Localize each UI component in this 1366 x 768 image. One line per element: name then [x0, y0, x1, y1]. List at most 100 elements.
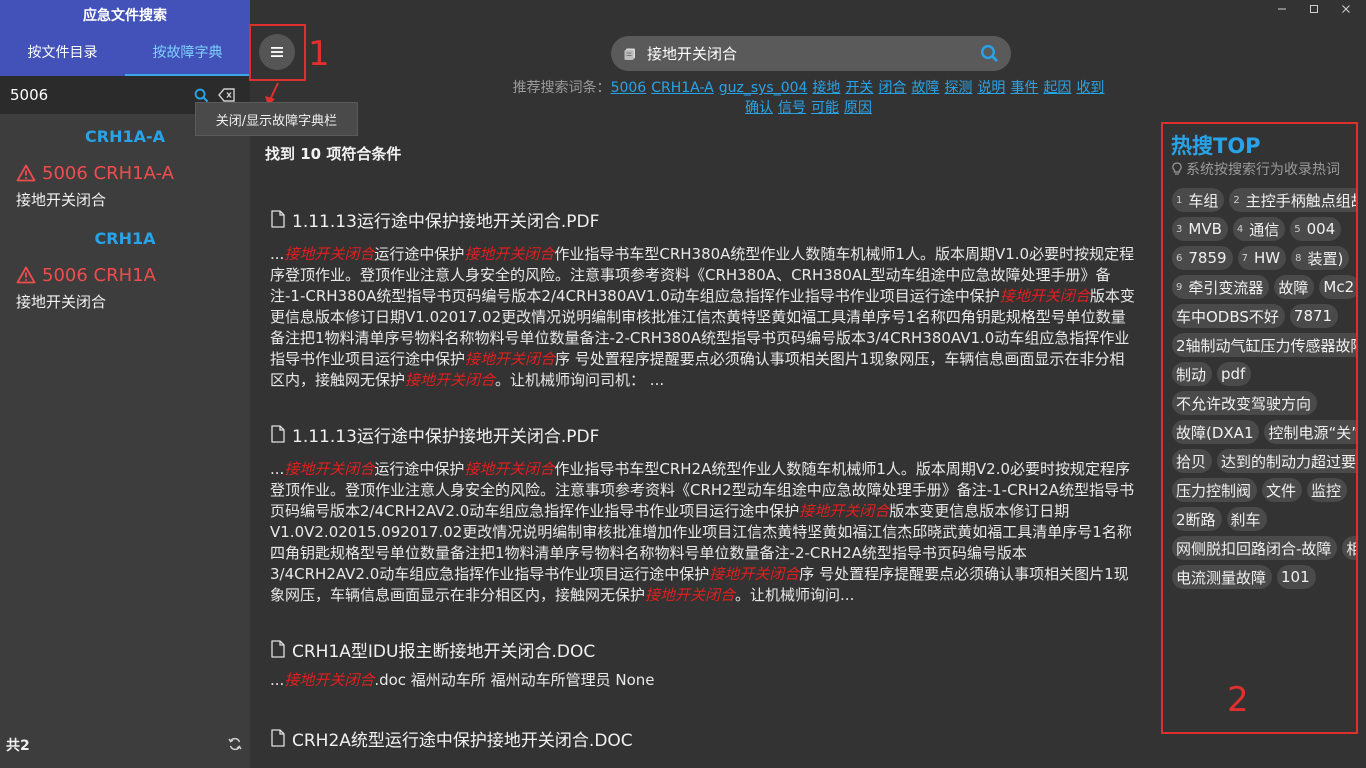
suggest-link[interactable]: 接地: [812, 80, 840, 96]
hot-tag-rank: 3: [1176, 223, 1183, 235]
hot-tag-label: 101: [1281, 568, 1310, 586]
hot-tag[interactable]: 9 牵引变流器: [1172, 275, 1270, 299]
minimize-icon[interactable]: [1274, 3, 1290, 18]
suggest-link[interactable]: 探测: [944, 80, 972, 96]
hot-tag-label: 压力控制阀: [1176, 481, 1252, 500]
document-snippet: ...接地开关闭合.doc 福州动车所 福州动车所管理员 None: [270, 671, 655, 689]
hot-tag-rank: 2: [1233, 194, 1240, 206]
hot-tag[interactable]: 7 HW: [1237, 246, 1287, 270]
keyword-highlight: 接地开关闭合: [999, 287, 1090, 305]
hot-tag-list: 1 车组 2 主控手柄触点组故障 3 MVB 4 通信 5 004 6 7859 7 HW 8 装置) 9 牵引变…: [1163, 180, 1358, 594]
hot-tag[interactable]: 车中ODBS不好: [1172, 304, 1285, 328]
suggest-link[interactable]: 故障: [911, 80, 939, 96]
hot-tag-label: 2轴制动气缸压力传感器故障: [1176, 336, 1358, 355]
hot-search-panel: 热搜TOP 系统按搜索行为收录热词 1 车组 2 主控手柄触点组故障 3 MVB 4 通信 50…: [1161, 122, 1358, 734]
hot-tag[interactable]: 控制电源“关”: [1264, 420, 1358, 444]
main-search-input[interactable]: 接地开关闭合: [647, 43, 980, 64]
tab-file-directory[interactable]: 按文件目录: [0, 32, 125, 76]
suggest-link[interactable]: 闭合: [878, 80, 906, 96]
hot-tag[interactable]: 压力控制阀: [1172, 478, 1258, 502]
tab-fault-dictionary[interactable]: 按故障字典: [125, 32, 250, 76]
result-item-title: 5006 CRH1A: [42, 264, 156, 286]
document-title: 1.11.13运行途中保护接地开关闭合.PDF: [292, 426, 600, 447]
suggest-link[interactable]: 说明: [977, 80, 1005, 96]
hot-tag[interactable]: 制动: [1172, 362, 1213, 386]
toggle-sidebar-button[interactable]: [259, 34, 295, 70]
suggest-link[interactable]: 确认: [745, 100, 773, 116]
toggle-annotation-box: [249, 24, 306, 81]
hot-tag[interactable]: 101: [1277, 565, 1316, 589]
document-title-link[interactable]: 1.11.13运行途中保护接地开关闭合.PDF: [270, 421, 1135, 447]
refresh-icon[interactable]: [228, 736, 242, 755]
document-title-link[interactable]: CRH2A统型运行途中保护接地开关闭合.DOC: [270, 725, 1135, 751]
hot-tag[interactable]: 2轴制动气缸压力传感器故障: [1172, 333, 1358, 357]
warning-icon: [16, 164, 36, 182]
result-item[interactable]: 5006 CRH1A-A 接地开关闭合: [0, 154, 250, 222]
hot-tag[interactable]: 电流测量故障: [1172, 565, 1273, 589]
hot-tag-label: 达到的制动力超过要求值: [1221, 452, 1357, 471]
suggest-link[interactable]: CRH1A-A: [651, 80, 714, 96]
hot-tag-rank: 4: [1236, 223, 1244, 235]
hot-tag[interactable]: 6 7859: [1172, 246, 1233, 270]
hot-search-title: 热搜TOP: [1171, 134, 1261, 158]
hot-tag-label: 拾贝: [1176, 452, 1207, 471]
keyword-highlight: 接地开关闭合: [284, 245, 375, 263]
hot-tag[interactable]: 故障: [1274, 275, 1315, 299]
hot-tag-label: 004: [1306, 220, 1336, 238]
hot-tag[interactable]: 达到的制动力超过要求值: [1217, 449, 1357, 473]
document-title: CRH2A统型运行途中保护接地开关闭合.DOC: [292, 730, 633, 751]
tab-bar: 按文件目录 按故障字典: [0, 32, 250, 76]
lightbulb-icon: [1172, 162, 1182, 175]
hot-tag[interactable]: 相位1: [1342, 536, 1356, 560]
suggest-link[interactable]: 原因: [844, 100, 872, 116]
hot-tag[interactable]: 网侧脱扣回路闭合-故障: [1172, 536, 1338, 560]
suggest-link[interactable]: 信号: [778, 100, 806, 116]
hot-tag[interactable]: 7871: [1289, 304, 1339, 328]
hot-tag[interactable]: 刹车: [1226, 507, 1267, 531]
hot-tag[interactable]: 2 主控手柄触点组故障: [1229, 188, 1356, 212]
hot-tag[interactable]: Mc2: [1319, 275, 1356, 299]
hot-tag[interactable]: 3 MVB: [1172, 217, 1228, 241]
suggest-link[interactable]: 收到: [1076, 80, 1104, 96]
hot-tag[interactable]: 4 通信: [1232, 217, 1286, 241]
result-item-title: 5006 CRH1A-A: [42, 162, 174, 184]
hot-tag[interactable]: 拾贝: [1172, 449, 1213, 473]
hot-tag[interactable]: 故障(DXA1: [1172, 420, 1260, 444]
document-title-link[interactable]: 1.11.13运行途中保护接地开关闭合.PDF: [270, 206, 1135, 232]
document-stack-icon: [624, 48, 635, 60]
suggest-link[interactable]: 事件: [1010, 80, 1038, 96]
keyword-highlight: 接地开关闭合: [284, 671, 375, 689]
menu-icon: [271, 47, 283, 57]
main-search-bar: 接地开关闭合: [611, 36, 1011, 71]
document-result: 1.11.13运行途中保护接地开关闭合.PDF ...接地开关闭合运行途中保护接…: [270, 206, 1135, 391]
hot-tag-label: 7871: [1293, 307, 1333, 325]
suggest-link[interactable]: 5006: [611, 80, 647, 96]
hot-tag[interactable]: 不允许改变驾驶方向: [1172, 391, 1318, 415]
hot-tag[interactable]: 2断路: [1172, 507, 1222, 531]
close-icon[interactable]: [1338, 3, 1354, 18]
hot-tag-label: 主控手柄触点组故障: [1245, 191, 1356, 210]
hot-tag-label: 车中ODBS不好: [1176, 307, 1279, 326]
result-item[interactable]: 5006 CRH1A 接地开关闭合: [0, 256, 250, 324]
hot-tag-label: Mc2: [1323, 278, 1355, 296]
hot-tag[interactable]: 8 装置): [1291, 246, 1350, 270]
hot-tag[interactable]: pdf: [1217, 362, 1252, 386]
search-icon[interactable]: [980, 44, 999, 63]
document-title-link[interactable]: CRH1A型IDU报主断接地开关闭合.DOC: [270, 636, 1135, 662]
hot-tag[interactable]: 文件: [1262, 478, 1303, 502]
suggest-link[interactable]: 可能: [811, 100, 839, 116]
hot-tag[interactable]: 1 车组: [1172, 188, 1225, 212]
hot-tag-label: 故障: [1278, 278, 1309, 297]
keyword-highlight: 接地开关闭合: [284, 460, 375, 478]
suggest-link[interactable]: 起因: [1043, 80, 1071, 96]
suggest-link[interactable]: 开关: [845, 80, 873, 96]
hot-search-subtitle: 系统按搜索行为收录热词: [1186, 162, 1340, 178]
keyword-highlight: 接地开关闭合: [465, 350, 556, 368]
hot-tag-label: 控制电源“关”: [1268, 423, 1358, 442]
keyword-highlight: 接地开关闭合: [405, 371, 496, 389]
suggest-link[interactable]: guz_sys_004: [719, 80, 808, 96]
maximize-icon[interactable]: [1306, 3, 1322, 18]
sidebar-search-input[interactable]: 5006: [10, 86, 188, 104]
hot-tag[interactable]: 监控: [1307, 478, 1348, 502]
hot-tag[interactable]: 5 004: [1290, 217, 1342, 241]
